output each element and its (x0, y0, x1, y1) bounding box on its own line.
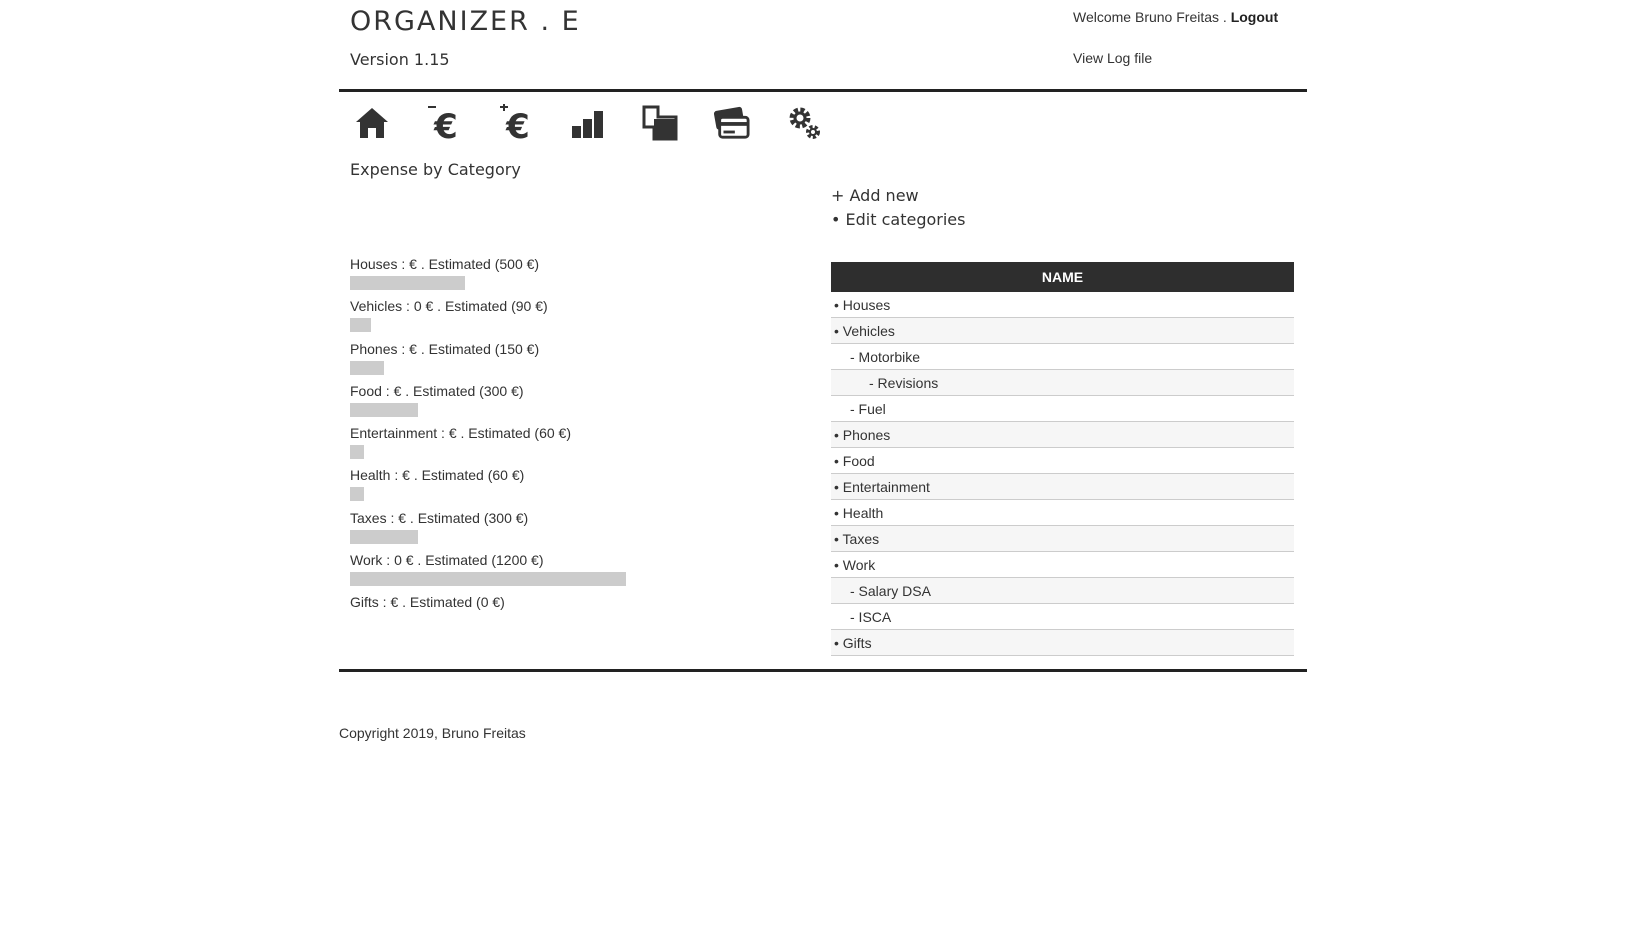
page-title: Expense by Category (350, 160, 521, 179)
category-name-cell[interactable]: • Taxes (831, 525, 1294, 552)
svg-text:€: € (505, 107, 530, 142)
category-actions: + Add new • Edit categories (831, 184, 965, 232)
page-container: ORGANIZER . E Version 1.15 Welcome Bruno… (339, 0, 1307, 760)
category-name-cell[interactable]: • Vehicles (831, 317, 1294, 344)
categories-table-body: • Houses • Vehicles - Motorbike - Revisions… (831, 292, 1294, 656)
bar-chart-icon[interactable] (570, 104, 606, 142)
table-row[interactable]: • Phones (831, 421, 1294, 448)
expense-label: Houses : € . Estimated (500 €) (350, 256, 540, 272)
table-row[interactable]: - Motorbike (831, 343, 1294, 370)
header-divider (339, 89, 1307, 92)
credit-card-icon[interactable] (714, 104, 750, 142)
category-name-cell[interactable]: • Phones (831, 421, 1294, 448)
expense-bar (350, 402, 418, 417)
table-row[interactable]: • Gifts (831, 629, 1294, 656)
app-version: Version 1.15 (350, 50, 450, 69)
table-row[interactable]: • Taxes (831, 525, 1294, 552)
table-row[interactable]: • Health (831, 499, 1294, 526)
expense-item: Phones : € . Estimated (150 €) (350, 341, 770, 383)
expense-bar (350, 572, 626, 587)
expense-bar (350, 318, 371, 333)
expense-item: Vehicles : 0 € . Estimated (90 €) (350, 298, 770, 340)
svg-text:€: € (433, 107, 458, 142)
category-name-cell[interactable]: - Salary DSA (831, 577, 1294, 604)
expense-label: Vehicles : 0 € . Estimated (90 €) (350, 298, 548, 315)
expense-item: Taxes : € . Estimated (300 €) (350, 510, 770, 552)
expense-bar (350, 529, 418, 544)
table-row[interactable]: - Fuel (831, 395, 1294, 422)
table-row[interactable]: - ISCA (831, 603, 1294, 630)
category-name-cell[interactable]: • Gifts (831, 629, 1294, 656)
app-title: ORGANIZER . E (350, 6, 581, 37)
category-name-cell[interactable]: • Health (831, 499, 1294, 526)
expense-item: Houses : € . Estimated (500 €) (350, 256, 770, 298)
settings-gears-icon[interactable] (786, 104, 822, 142)
documents-icon[interactable] (642, 104, 678, 142)
category-name-cell[interactable]: • Work (831, 551, 1294, 578)
add-new-link[interactable]: + Add new (831, 184, 965, 208)
expense-item: Gifts : € . Estimated (0 €) (350, 594, 770, 636)
category-name-cell[interactable]: • Houses (831, 292, 1294, 318)
category-name-cell[interactable]: • Entertainment (831, 473, 1294, 500)
main-nav: € € (354, 104, 822, 142)
expense-label: Phones : € . Estimated (150 €) (350, 340, 540, 357)
view-log-link[interactable]: View Log file (1073, 50, 1152, 66)
table-row[interactable]: - Salary DSA (831, 577, 1294, 604)
expense-label: Work : 0 € . Estimated (1200 €) (350, 552, 544, 569)
expense-label: Food : € . Estimated (300 €) (350, 382, 524, 399)
welcome-message: Welcome Bruno Freitas . Logout (1073, 9, 1278, 25)
expense-bar (350, 487, 364, 502)
expense-label: Health : € . Estimated (60 €) (350, 467, 525, 484)
edit-categories-link[interactable]: • Edit categories (831, 208, 965, 232)
category-name-cell[interactable]: - Revisions (831, 369, 1294, 396)
categories-table: NAME • Houses • Vehicles - Motorbike - Revi… (831, 262, 1294, 656)
table-row[interactable]: • Food (831, 447, 1294, 474)
category-name-cell[interactable]: • Food (831, 447, 1294, 474)
expense-label: Entertainment : € . Estimated (60 €) (350, 425, 571, 442)
expense-label: Gifts : € . Estimated (0 €) (350, 594, 505, 611)
expense-bar (350, 360, 384, 375)
table-row[interactable]: • Houses (831, 292, 1294, 318)
expense-item: Entertainment : € . Estimated (60 €) (350, 425, 770, 467)
footer-divider (339, 669, 1307, 672)
table-header-row: NAME (831, 262, 1294, 292)
table-row[interactable]: - Revisions (831, 369, 1294, 396)
expense-label: Taxes : € . Estimated (300 €) (350, 509, 529, 526)
expense-item: Work : 0 € . Estimated (1200 €) (350, 552, 770, 594)
home-icon[interactable] (354, 104, 390, 142)
expense-euro-icon[interactable]: € (426, 104, 462, 142)
expense-list: Houses : € . Estimated (500 €) Vehicles :… (350, 256, 770, 637)
category-name-cell[interactable]: - Fuel (831, 395, 1294, 422)
expense-item: Food : € . Estimated (300 €) (350, 383, 770, 425)
welcome-text: Welcome Bruno Freitas . (1073, 9, 1231, 25)
table-row[interactable]: • Vehicles (831, 317, 1294, 344)
table-row[interactable]: • Work (831, 551, 1294, 578)
expense-bar (350, 445, 364, 460)
copyright-text: Copyright 2019, Bruno Freitas (339, 725, 526, 741)
category-name-cell[interactable]: - ISCA (831, 603, 1294, 630)
name-column-header[interactable]: NAME (831, 262, 1294, 292)
expense-bar (350, 276, 465, 290)
income-euro-icon[interactable]: € (498, 104, 534, 142)
expense-item: Health : € . Estimated (60 €) (350, 467, 770, 509)
logout-link[interactable]: Logout (1231, 9, 1278, 25)
table-row[interactable]: • Entertainment (831, 473, 1294, 500)
category-name-cell[interactable]: - Motorbike (831, 343, 1294, 370)
